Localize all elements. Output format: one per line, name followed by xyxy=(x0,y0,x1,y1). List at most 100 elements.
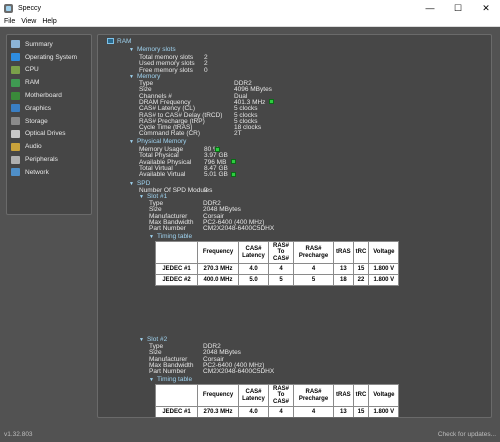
timing-column-header: CAS# Latency xyxy=(238,384,269,407)
sidebar-item-label: RAM xyxy=(25,79,40,87)
sidebar-item-graphics[interactable]: Graphics xyxy=(7,102,91,115)
memory-row-value: 2T xyxy=(234,130,242,138)
collapse-triangle-icon[interactable]: ▼ xyxy=(139,194,144,200)
maximize-button[interactable]: ☐ xyxy=(444,0,472,16)
timing-cell: 400.0 MHz xyxy=(197,274,239,286)
audio-icon xyxy=(11,142,20,151)
timing-cell: 1.800 V xyxy=(368,274,400,286)
timing-cell: 4 xyxy=(268,406,294,417)
timing-column-header: tRC xyxy=(352,384,370,407)
sidebar-item-motherboard[interactable]: Motherboard xyxy=(7,89,91,102)
main-area: Summary Operating System CPU RAM Motherboard… xyxy=(0,27,500,442)
section-header-label: Timing table xyxy=(156,376,193,383)
memory-slots-header[interactable]: ▼ Memory slots xyxy=(129,46,176,53)
timing-column-header: Voltage xyxy=(368,384,400,407)
collapse-triangle-icon[interactable]: ▼ xyxy=(129,47,134,53)
timing-cell: 4.0 xyxy=(238,406,269,417)
sidebar-item-optical-drives[interactable]: Optical Drives xyxy=(7,128,91,141)
timing-row-label: JEDEC #2 xyxy=(156,418,198,419)
sidebar-item-label: Storage xyxy=(25,117,48,125)
close-button[interactable]: ✕ xyxy=(472,0,500,16)
timing-table-header[interactable]: ▼ Timing table xyxy=(149,376,192,383)
sidebar-item-label: Motherboard xyxy=(25,92,62,100)
sidebar-item-label: Graphics xyxy=(25,104,52,112)
table-row: JEDEC #1 270.3 MHz 4.0 4 4 13 15 1.800 V xyxy=(155,406,400,417)
collapse-triangle-icon[interactable]: ▼ xyxy=(129,74,134,80)
timing-cell: 5 xyxy=(269,418,294,419)
table-row: JEDEC #2400.0 MHz5.05518221.800 V xyxy=(156,418,399,419)
motherboard-icon xyxy=(11,91,20,100)
timing-cell: 18 xyxy=(333,274,354,286)
content-panel[interactable]: RAM ▼ Memory slots Total memory slots 2 Used … xyxy=(97,34,492,418)
timing-cell: 4.0 xyxy=(238,263,269,275)
timing-column-header: CAS# Latency xyxy=(238,241,269,264)
windows-icon xyxy=(11,53,20,62)
timing-cell: 4 xyxy=(293,406,334,417)
timing-row-label: JEDEC #1 xyxy=(155,406,198,417)
sidebar-item-peripherals[interactable]: Peripherals xyxy=(7,153,91,166)
timing-cell: 5.0 xyxy=(238,274,269,286)
check-for-updates-link[interactable]: Check for updates... xyxy=(438,431,496,438)
speccy-app-icon xyxy=(4,3,13,13)
optical-drive-icon xyxy=(11,129,20,138)
slot-2-header[interactable]: ▼ Slot #2 xyxy=(139,336,167,343)
ram-icon xyxy=(107,38,114,45)
sidebar-item-label: Operating System xyxy=(25,53,78,61)
timing-table-header-row: Frequency CAS# Latency RAS# To CAS# RAS# Pr… xyxy=(155,384,400,407)
memory-header[interactable]: ▼ Memory xyxy=(129,73,160,80)
collapse-triangle-icon[interactable]: ▼ xyxy=(139,337,144,343)
sidebar-item-cpu[interactable]: CPU xyxy=(7,64,91,77)
collapse-triangle-icon[interactable]: ▼ xyxy=(149,377,154,383)
collapse-triangle-icon[interactable]: ▼ xyxy=(129,181,134,187)
minimize-button[interactable]: — xyxy=(416,0,444,16)
slot-1-header[interactable]: ▼ Slot #1 xyxy=(139,193,167,200)
sidebar-item-ram[interactable]: RAM xyxy=(7,76,91,89)
physical-memory-header[interactable]: ▼ Physical Memory xyxy=(129,138,186,145)
memory-status-icon xyxy=(215,146,220,152)
version-label: v1.32.803 xyxy=(4,431,33,438)
collapse-triangle-icon[interactable]: ▼ xyxy=(149,234,154,240)
collapse-triangle-icon[interactable]: ▼ xyxy=(129,139,134,145)
timing-cell: 4 xyxy=(268,263,294,275)
timing-column-header: RAS# To CAS# xyxy=(268,241,294,264)
menu-file[interactable]: File xyxy=(4,18,15,25)
timing-table-header[interactable]: ▼ Timing table xyxy=(149,233,192,240)
sidebar-item-label: Peripherals xyxy=(25,156,58,164)
timing-cell: 13 xyxy=(333,406,354,417)
timing-cell: 1.800 V xyxy=(368,263,400,275)
timing-column-header: tRAS xyxy=(333,241,354,264)
sidebar-item-summary[interactable]: Summary xyxy=(7,38,91,51)
sidebar-item-network[interactable]: Network xyxy=(7,166,91,179)
timing-cell: 15 xyxy=(352,406,370,417)
timing-cell: 5 xyxy=(293,274,334,286)
ram-title-label: RAM xyxy=(117,38,132,45)
section-header-label: Slot #1 xyxy=(146,193,168,200)
spd-header[interactable]: ▼ SPD xyxy=(129,180,150,187)
timing-cell: 1.800 V xyxy=(368,406,400,417)
graphics-icon xyxy=(11,104,20,113)
timing-cell: 5 xyxy=(268,274,294,286)
ram-section-title: RAM xyxy=(107,38,131,45)
timing-cell: 22 xyxy=(353,418,369,419)
timing-column-header: Frequency xyxy=(197,241,239,264)
timing-cell: 18 xyxy=(334,418,354,419)
timing-cell: 400.0 MHz xyxy=(198,418,239,419)
sidebar-item-audio[interactable]: Audio xyxy=(7,140,91,153)
storage-icon xyxy=(11,117,20,126)
timing-column-header: tRC xyxy=(352,241,370,264)
summary-icon xyxy=(11,40,20,49)
window-title: Speccy xyxy=(18,4,41,12)
memory-row-label: Command Rate (CR) xyxy=(139,130,201,138)
network-icon xyxy=(11,168,20,177)
section-header-label: Memory xyxy=(136,73,161,80)
menu-view[interactable]: View xyxy=(21,18,36,25)
table-row: JEDEC #2400.0 MHz5.05518221.800 V xyxy=(155,274,400,286)
slot-row-label: Part Number xyxy=(149,368,186,376)
title-bar: Speccy — ☐ ✕ xyxy=(0,0,500,16)
section-header-label: Slot #2 xyxy=(146,336,168,343)
sidebar-item-storage[interactable]: Storage xyxy=(7,115,91,128)
sidebar-item-operating-system[interactable]: Operating System xyxy=(7,51,91,64)
frequency-status-icon xyxy=(269,99,274,105)
menu-help[interactable]: Help xyxy=(42,18,56,25)
timing-cell: 22 xyxy=(352,274,370,286)
